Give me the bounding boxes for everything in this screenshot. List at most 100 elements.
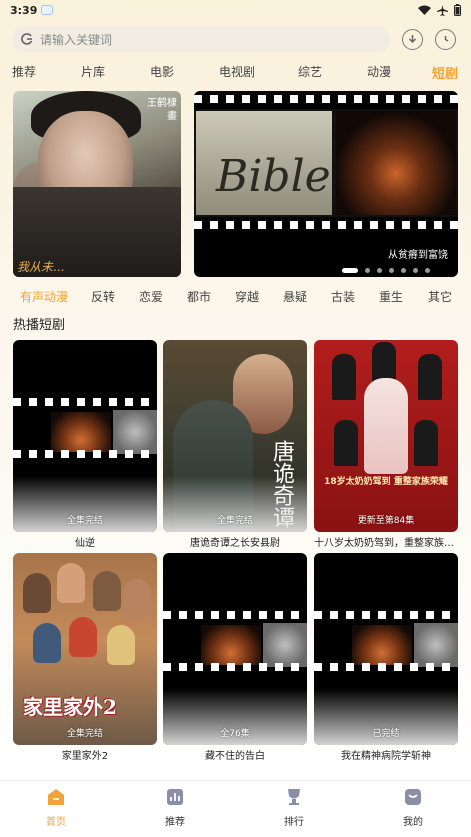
genre-tab-mystery[interactable]: 悬疑 — [283, 288, 307, 305]
poster-title-art: 18岁太奶奶驾到 重整家族荣耀 — [324, 477, 448, 487]
search-placeholder: 请输入关键词 — [40, 32, 113, 47]
poster-image: 唐诡奇谭 全集完结 — [163, 340, 307, 532]
drama-card[interactable]: 家里家外2 全集完结 家里家外2 — [13, 553, 157, 762]
battery-icon — [454, 4, 461, 16]
search-row: 请输入关键词 — [12, 26, 462, 52]
poster-cloud — [263, 623, 307, 667]
notification-icon — [41, 5, 54, 15]
card-title: 仙逆 — [75, 538, 95, 549]
genre-tabs: 有声动漫 反转 恋爱 都市 穿越 悬疑 古装 重生 其它 — [0, 288, 471, 306]
download-icon — [408, 34, 417, 43]
history-button[interactable] — [435, 28, 456, 50]
nav-home-label: 首页 — [46, 817, 66, 828]
poster-figure — [334, 420, 358, 466]
tab-movie[interactable]: 电影 — [150, 63, 174, 80]
tab-tv-series[interactable]: 电视剧 — [219, 63, 255, 80]
poster-filmstrip — [13, 398, 157, 406]
poster-figure — [57, 563, 85, 603]
film-frame-bible: Bible — [194, 109, 334, 217]
genre-tab-romance[interactable]: 恋爱 — [139, 288, 163, 305]
nav-recommend-label: 推荐 — [165, 817, 185, 828]
home-icon — [48, 789, 64, 805]
poster-image: 家里家外2 全集完结 — [13, 553, 157, 745]
tab-library[interactable]: 片库 — [81, 63, 105, 80]
profile-icon — [405, 789, 421, 805]
drama-card[interactable]: 全76集 藏不住的告白 — [163, 553, 307, 762]
genre-tab-costume[interactable]: 古装 — [331, 288, 355, 305]
genre-tab-audio-anime[interactable]: 有声动漫 — [20, 288, 68, 305]
trophy-icon — [288, 789, 300, 805]
drama-card[interactable]: 已完结 我在精神病院学斩神 — [314, 553, 458, 762]
airplane-icon — [437, 4, 448, 16]
tab-short-drama[interactable]: 短剧 — [432, 63, 458, 82]
drama-card[interactable]: 18岁太奶奶驾到 重整家族荣耀 更新至第84集 十八岁太奶奶驾到，重整家族荣耀 — [314, 340, 458, 549]
carousel-dot — [401, 268, 406, 273]
poster-figure — [414, 420, 438, 466]
drama-card[interactable]: 全集完结 仙逆 — [13, 340, 157, 549]
episode-badge: 全集完结 — [66, 729, 103, 739]
episode-badge: 全76集 — [220, 729, 250, 739]
poster-figure — [23, 573, 51, 613]
poster-figure — [418, 354, 442, 400]
film-frame-candle — [334, 109, 458, 217]
drama-card[interactable]: 唐诡奇谭 全集完结 唐诡奇谭之长安县尉 — [163, 340, 307, 549]
status-icons — [418, 4, 461, 16]
carousel-dot-active — [342, 268, 358, 273]
genre-tab-other[interactable]: 其它 — [428, 288, 452, 305]
genre-tab-time-travel[interactable]: 穿越 — [235, 288, 259, 305]
poster-figure-main — [364, 378, 408, 474]
download-button[interactable] — [402, 28, 423, 50]
poster-filmstrip — [163, 663, 307, 671]
top-category-tabs: 推荐 片库 电影 电视剧 综艺 动漫 短剧 — [0, 63, 471, 83]
card-title: 我在精神病院学斩神 — [341, 751, 431, 762]
card-title: 藏不住的告白 — [205, 751, 265, 762]
poster-figure — [332, 354, 356, 400]
carousel-dot — [413, 268, 418, 273]
episode-badge: 更新至第84集 — [357, 516, 415, 526]
banner-card-left[interactable]: 王鹤棣 畫 我从未... — [13, 91, 181, 277]
poster-title-art: 家里家外2 — [23, 695, 117, 719]
banner-tag-line2: 畫 — [167, 111, 177, 122]
banner-tag-line1: 王鹤棣 — [147, 98, 177, 109]
filmstrip-top — [194, 95, 458, 103]
banner-script-text: 我从未... — [17, 260, 65, 274]
genre-tab-reversal[interactable]: 反转 — [91, 288, 115, 305]
nav-recommend[interactable]: 推荐 — [145, 787, 205, 828]
poster-filmstrip — [163, 611, 307, 619]
poster-image: 已完结 — [314, 553, 458, 745]
tab-recommend[interactable]: 推荐 — [12, 63, 36, 80]
poster-candle — [352, 625, 412, 665]
card-title: 唐诡奇谭之长安县尉 — [190, 538, 280, 549]
search-icon — [21, 33, 33, 45]
genre-tab-urban[interactable]: 都市 — [187, 288, 211, 305]
clock-icon — [444, 35, 449, 42]
card-title: 十八岁太奶奶驾到，重整家族荣耀 — [314, 538, 458, 549]
nav-profile[interactable]: 我的 — [383, 787, 443, 828]
banner-card-right[interactable]: Bible 从贫瘠到富饶 — [194, 91, 458, 277]
genre-tab-rebirth[interactable]: 重生 — [379, 288, 403, 305]
banner-bible-text: Bible — [216, 151, 331, 202]
section-title: 热播短剧 — [13, 318, 66, 333]
poster-figure — [123, 579, 151, 619]
wifi-icon — [418, 5, 431, 15]
poster-filmstrip — [13, 450, 157, 458]
poster-filmstrip — [314, 611, 458, 619]
poster-figure — [107, 625, 135, 665]
poster-figure — [69, 617, 97, 657]
nav-ranking[interactable]: 排行 — [264, 787, 324, 828]
banner-tag: 王鹤棣 畫 — [147, 97, 177, 123]
tab-anime[interactable]: 动漫 — [367, 63, 391, 80]
bottom-nav: 首页 推荐 排行 我的 — [0, 780, 471, 837]
poster-candle — [201, 625, 261, 665]
banner-caption: 从贫瘠到富饶 — [388, 250, 448, 261]
poster-figure — [93, 571, 121, 611]
poster-cloud — [414, 623, 458, 667]
episode-badge: 全集完结 — [216, 516, 253, 526]
poster-image: 全76集 — [163, 553, 307, 745]
nav-home[interactable]: 首页 — [26, 787, 86, 828]
search-input[interactable]: 请输入关键词 — [12, 26, 390, 52]
tab-variety[interactable]: 综艺 — [298, 63, 322, 80]
chart-icon — [167, 789, 183, 805]
poster-image: 18岁太奶奶驾到 重整家族荣耀 更新至第84集 — [314, 340, 458, 532]
filmstrip-bottom — [194, 221, 458, 229]
